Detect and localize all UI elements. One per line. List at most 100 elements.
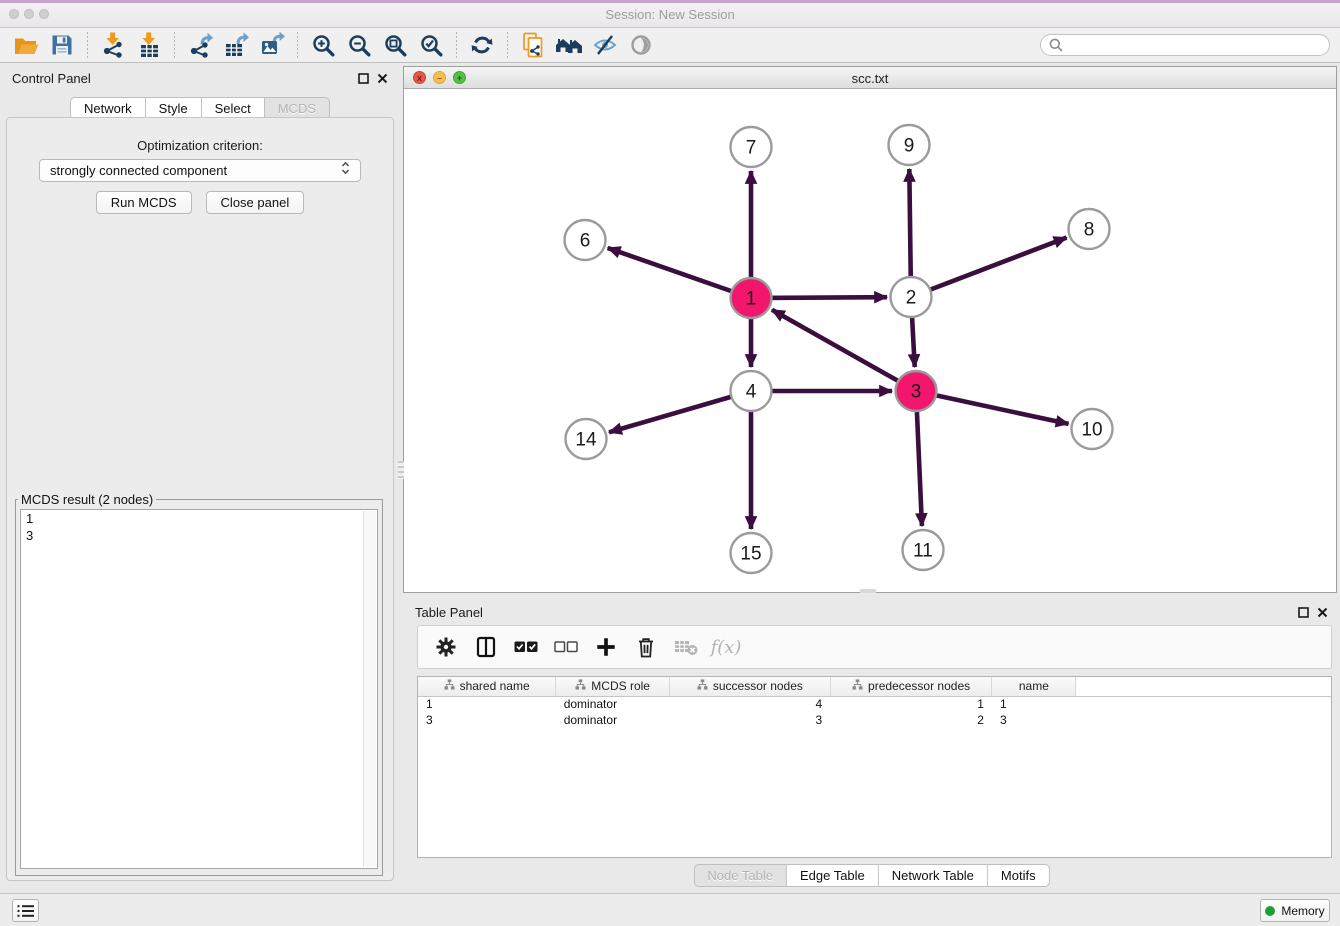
table-settings-button[interactable] — [428, 630, 464, 664]
delete-table-button[interactable] — [668, 630, 704, 664]
new-network-from-selection-button[interactable] — [515, 30, 551, 60]
table-header-row: shared nameMCDS rolesuccessor nodes prede… — [418, 677, 1331, 696]
save-session-button[interactable] — [44, 30, 80, 60]
graph-node-11[interactable]: 11 — [903, 530, 944, 570]
graph-node-7[interactable]: 7 — [731, 127, 772, 167]
deselect-all-rows-button[interactable] — [548, 630, 584, 664]
open-session-button[interactable] — [8, 30, 44, 60]
add-column-button[interactable] — [588, 630, 624, 664]
graph-edge-3-1[interactable] — [772, 310, 916, 391]
close-panel-button[interactable]: Close panel — [206, 191, 305, 214]
svg-text:2: 2 — [906, 288, 917, 309]
graph-node-14[interactable]: 14 — [566, 419, 607, 459]
svg-text:6: 6 — [580, 231, 591, 252]
column-header-label: predecessor nodes — [868, 679, 970, 693]
column-visibility-button[interactable] — [468, 630, 504, 664]
tree-column-icon — [697, 679, 708, 693]
column-header-shared-name[interactable]: shared name — [418, 677, 556, 696]
zoom-fit-button[interactable] — [377, 30, 413, 60]
result-scrollbar[interactable] — [363, 511, 376, 867]
zoom-in-button[interactable] — [305, 30, 341, 60]
function-builder-button[interactable]: f(x) — [708, 630, 744, 664]
vertical-splitter-grip[interactable] — [398, 461, 404, 479]
apply-layout-button[interactable] — [464, 30, 500, 60]
close-panel-icon[interactable] — [377, 73, 388, 84]
control-panel-header: Control Panel — [0, 64, 400, 92]
table-cell[interactable]: 3 — [418, 712, 556, 728]
export-network-button[interactable] — [182, 30, 218, 60]
table-cell[interactable]: 3 — [992, 712, 1076, 728]
network-window-titlebar: x – + scc.txt — [404, 67, 1336, 89]
table-panel: Table Panel — [403, 596, 1340, 889]
mcds-result-list[interactable]: 13 — [20, 509, 378, 869]
float-panel-icon[interactable] — [1298, 607, 1309, 618]
save-icon — [50, 33, 74, 57]
table-cell[interactable]: 1 — [992, 696, 1076, 712]
zoom-out-button[interactable] — [341, 30, 377, 60]
table-cell[interactable]: 3 — [670, 712, 831, 728]
column-header-name[interactable]: name — [992, 677, 1076, 696]
import-table-icon — [136, 32, 162, 58]
graph-node-10[interactable]: 10 — [1072, 409, 1113, 449]
graph-node-1[interactable]: 1 — [731, 278, 772, 318]
graph-node-4[interactable]: 4 — [731, 371, 772, 411]
graph-edge-1-6[interactable] — [608, 248, 751, 298]
graph-node-6[interactable]: 6 — [565, 220, 606, 260]
import-network-button[interactable] — [95, 30, 131, 60]
column-header-label: name — [1019, 679, 1049, 693]
column-header-MCDS-role[interactable]: MCDS role — [556, 677, 670, 696]
zoom-selected-icon — [419, 33, 443, 57]
zoom-selected-button[interactable] — [413, 30, 449, 60]
svg-text:11: 11 — [913, 541, 933, 562]
network-overview-button[interactable] — [551, 30, 587, 60]
graph-node-8[interactable]: 8 — [1069, 209, 1110, 249]
search-input[interactable] — [1068, 38, 1321, 53]
table-tab-edge-table[interactable]: Edge Table — [787, 864, 879, 887]
import-table-button[interactable] — [131, 30, 167, 60]
table-cell[interactable]: 1 — [418, 696, 556, 712]
column-header-predecessor-nodes[interactable]: predecessor nodes — [830, 677, 992, 696]
show-graphics-details-button[interactable] — [623, 30, 659, 60]
select-all-rows-button[interactable] — [508, 630, 544, 664]
graph-node-3[interactable]: 3 — [896, 371, 937, 411]
horizontal-splitter-grip[interactable] — [860, 589, 876, 593]
table-row[interactable]: 3dominator323 — [418, 712, 1331, 728]
network-canvas[interactable]: 7 9 6 8 1 2 4 3 14 10 15 11 — [404, 89, 1336, 592]
table-tab-motifs[interactable]: Motifs — [988, 864, 1050, 887]
table-cell[interactable]: dominator — [556, 712, 670, 728]
gear-icon — [434, 635, 458, 659]
delete-column-button[interactable] — [628, 630, 664, 664]
task-history-button[interactable] — [12, 899, 39, 922]
hide-graphics-details-button[interactable] — [587, 30, 623, 60]
table-cell-filler — [1076, 696, 1331, 712]
network-graph[interactable]: 7 9 6 8 1 2 4 3 14 10 15 11 — [404, 89, 1336, 592]
table-cell[interactable]: 1 — [830, 696, 992, 712]
graph-edge-2-8[interactable] — [911, 238, 1067, 297]
run-mcds-button[interactable]: Run MCDS — [96, 191, 192, 214]
export-table-button[interactable] — [218, 30, 254, 60]
export-image-button[interactable] — [254, 30, 290, 60]
toolbar-separator — [174, 32, 175, 58]
column-header-successor-nodes[interactable]: successor nodes — [670, 677, 831, 696]
eye-icon — [628, 33, 654, 57]
memory-button[interactable]: Memory — [1260, 899, 1330, 922]
table-tab-network-table[interactable]: Network Table — [879, 864, 988, 887]
table-cell[interactable]: dominator — [556, 696, 670, 712]
svg-text:14: 14 — [575, 430, 597, 451]
svg-text:9: 9 — [904, 136, 915, 157]
table-tab-node-table[interactable]: Node Table — [693, 864, 787, 887]
close-panel-icon[interactable] — [1317, 607, 1328, 618]
graph-edge-4-14[interactable] — [609, 391, 751, 432]
graph-node-15[interactable]: 15 — [731, 533, 772, 573]
table-row[interactable]: 1dominator411 — [418, 696, 1331, 712]
graph-edge-3-10[interactable] — [916, 391, 1069, 424]
table-cell[interactable]: 2 — [830, 712, 992, 728]
table-cell[interactable]: 4 — [670, 696, 831, 712]
graph-node-9[interactable]: 9 — [889, 125, 930, 165]
graph-node-2[interactable]: 2 — [891, 277, 932, 317]
float-panel-icon[interactable] — [358, 73, 369, 84]
criterion-select[interactable]: strongly connected component — [39, 159, 361, 182]
svg-text:10: 10 — [1081, 420, 1102, 441]
titlebar-accent — [0, 0, 1340, 3]
chevron-up-down-icon — [341, 161, 350, 175]
